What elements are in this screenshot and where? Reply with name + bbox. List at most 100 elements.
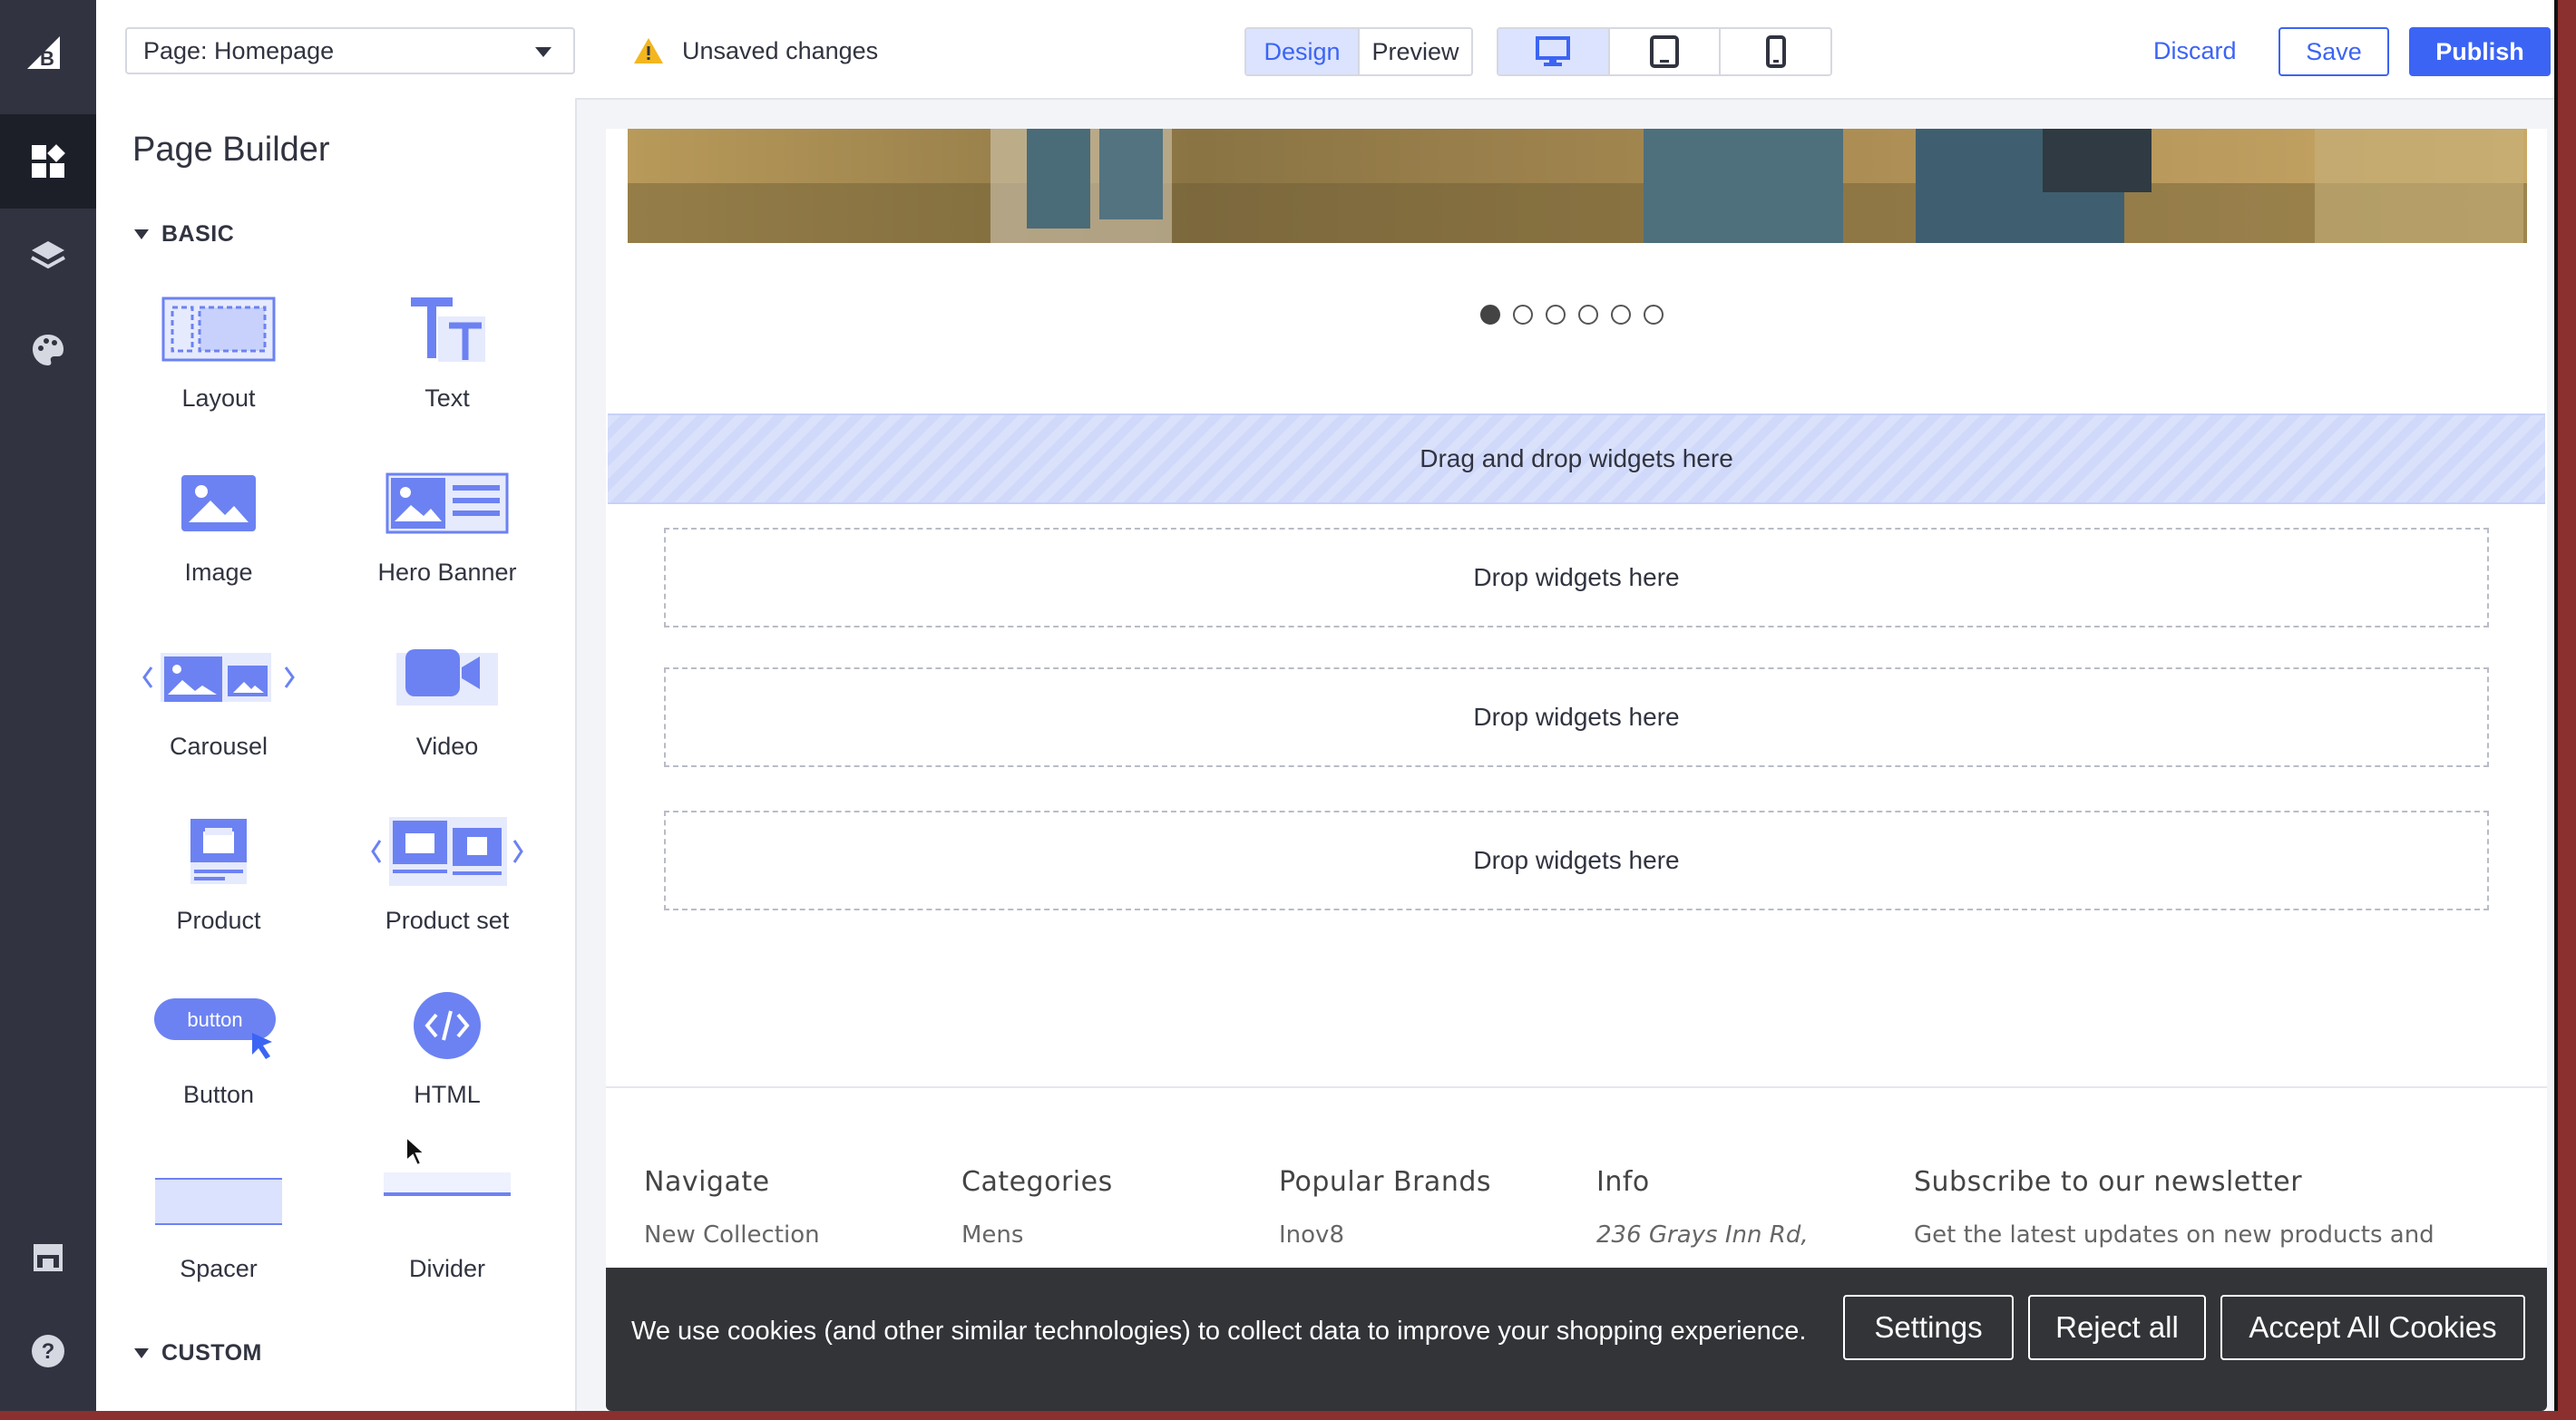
page-select-dropdown[interactable]: Page: Homepage — [125, 27, 575, 74]
footer-column-info: Info 236 Grays Inn Rd, — [1596, 1166, 1809, 1249]
widget-label: HTML — [414, 1081, 481, 1108]
widget-label: Layout — [181, 384, 256, 412]
preview-tab[interactable]: Preview — [1358, 29, 1471, 74]
carousel-dot[interactable] — [1644, 305, 1664, 325]
footer-address: 236 Grays Inn Rd, — [1596, 1221, 1809, 1249]
basic-section-toggle[interactable]: BASIC — [134, 221, 234, 248]
image-icon — [128, 453, 309, 553]
footer-heading: Subscribe to our newsletter — [1914, 1166, 2303, 1198]
carousel-dots — [1480, 305, 1664, 325]
widget-label: Hero Banner — [377, 559, 517, 586]
carousel-icon — [128, 627, 309, 727]
desktop-icon[interactable] — [1498, 29, 1608, 74]
design-tab[interactable]: Design — [1246, 29, 1358, 74]
widget-panel: Page Builder BASIC Layout Text Image Her… — [96, 98, 577, 1411]
footer-heading: Navigate — [644, 1166, 770, 1198]
panel-title: Page Builder — [132, 131, 330, 169]
footer-link[interactable]: Inov8 — [1279, 1221, 1491, 1249]
reject-all-button[interactable]: Reject all — [2028, 1295, 2206, 1360]
left-rail: B ? — [0, 0, 96, 1411]
unsaved-changes-label: Unsaved changes — [682, 36, 879, 64]
cookie-settings-button[interactable]: Settings — [1843, 1295, 2014, 1360]
divider-icon — [356, 1150, 538, 1250]
product-set-icon — [356, 802, 538, 901]
basic-section-heading: BASIC — [161, 221, 235, 247]
widget-label: Divider — [408, 1255, 486, 1282]
hero-banner-icon — [356, 453, 538, 553]
accept-all-cookies-button[interactable]: Accept All Cookies — [2220, 1295, 2525, 1360]
custom-section-toggle[interactable]: CUSTOM — [134, 1340, 262, 1367]
video-icon — [356, 627, 538, 727]
footer-heading: Info — [1596, 1166, 1650, 1198]
store-icon[interactable] — [0, 1210, 96, 1304]
custom-section-heading: CUSTOM — [161, 1340, 262, 1366]
product-icon — [128, 802, 309, 901]
button-icon-text: button — [187, 1008, 242, 1031]
main-drop-zone[interactable]: Drag and drop widgets here — [608, 413, 2545, 504]
carousel-dot[interactable] — [1546, 305, 1566, 325]
mobile-icon[interactable] — [1719, 29, 1830, 74]
footer-link[interactable]: New Collection — [644, 1221, 820, 1249]
palette-icon[interactable] — [0, 303, 96, 397]
footer-heading: Categories — [961, 1166, 1113, 1198]
widget-label: Product — [176, 907, 261, 934]
bigcommerce-logo-icon[interactable]: B — [20, 25, 76, 82]
help-icon[interactable]: ? — [0, 1304, 96, 1398]
layout-icon — [128, 279, 309, 379]
widget-divider[interactable]: Divider — [343, 1150, 551, 1313]
widget-hero-banner[interactable]: Hero Banner — [343, 453, 551, 617]
footer-divider — [606, 1086, 2547, 1088]
publish-button[interactable]: Publish — [2409, 27, 2551, 76]
carousel-dot[interactable] — [1513, 305, 1533, 325]
newsletter-text: Get the latest updates on new products a… — [1914, 1221, 2435, 1249]
widget-product-set[interactable]: Product set — [343, 802, 551, 965]
widget-product[interactable]: Product — [114, 802, 323, 965]
widget-html[interactable]: HTML — [343, 976, 551, 1139]
widget-video[interactable]: Video — [343, 627, 551, 791]
footer-column-brands: Popular Brands Inov8 — [1279, 1166, 1491, 1249]
widget-label: Video — [415, 733, 479, 760]
cookie-banner: We use cookies (and other similar techno… — [606, 1268, 2547, 1411]
warning-icon — [634, 38, 663, 63]
footer-link[interactable]: Mens — [961, 1221, 1113, 1249]
widgets-icon[interactable] — [0, 114, 96, 209]
save-button[interactable]: Save — [2278, 27, 2389, 76]
mode-toggle: Design Preview — [1244, 27, 1473, 76]
chevron-down-icon — [535, 47, 551, 57]
drop-zone[interactable]: Drop widgets here — [664, 528, 2489, 627]
discard-button[interactable]: Discard — [2153, 27, 2237, 74]
layers-icon[interactable] — [0, 209, 96, 303]
spacer-icon — [128, 1150, 309, 1250]
carousel-dot[interactable] — [1611, 305, 1631, 325]
mouse-cursor-icon — [405, 1134, 427, 1172]
unsaved-changes-notice: Unsaved changes — [633, 27, 878, 74]
svg-text:B: B — [40, 47, 54, 70]
tablet-icon[interactable] — [1607, 29, 1720, 74]
carousel-dot[interactable] — [1480, 305, 1500, 325]
caret-down-icon — [134, 229, 149, 239]
footer-column-newsletter: Subscribe to our newsletter Get the late… — [1914, 1166, 2435, 1249]
page-canvas: Drag and drop widgets here Drop widgets … — [606, 129, 2547, 1411]
widget-text[interactable]: Text — [343, 279, 551, 443]
button-icon: button — [128, 976, 309, 1075]
text-icon — [356, 279, 538, 379]
footer-column-categories: Categories Mens — [961, 1166, 1113, 1249]
widget-spacer[interactable]: Spacer — [114, 1150, 323, 1313]
page-builder-app: B ? Page: Homepage Unsaved changes Desig… — [0, 0, 2558, 1411]
footer-heading: Popular Brands — [1279, 1166, 1492, 1198]
widget-layout[interactable]: Layout — [114, 279, 323, 443]
widget-label: Product set — [385, 907, 510, 934]
carousel-dot[interactable] — [1578, 305, 1598, 325]
caret-down-icon — [134, 1348, 149, 1358]
widget-image[interactable]: Image — [114, 453, 323, 617]
hero-image[interactable] — [628, 129, 2527, 243]
drop-zone[interactable]: Drop widgets here — [664, 811, 2489, 910]
widget-button[interactable]: button Button — [114, 976, 323, 1139]
widget-label: Image — [184, 559, 253, 586]
widget-label: Carousel — [169, 733, 268, 760]
widget-carousel[interactable]: Carousel — [114, 627, 323, 791]
footer-column-navigate: Navigate New Collection — [644, 1166, 820, 1249]
device-toggle — [1497, 27, 1832, 76]
widget-label: Spacer — [180, 1255, 258, 1282]
drop-zone[interactable]: Drop widgets here — [664, 667, 2489, 767]
